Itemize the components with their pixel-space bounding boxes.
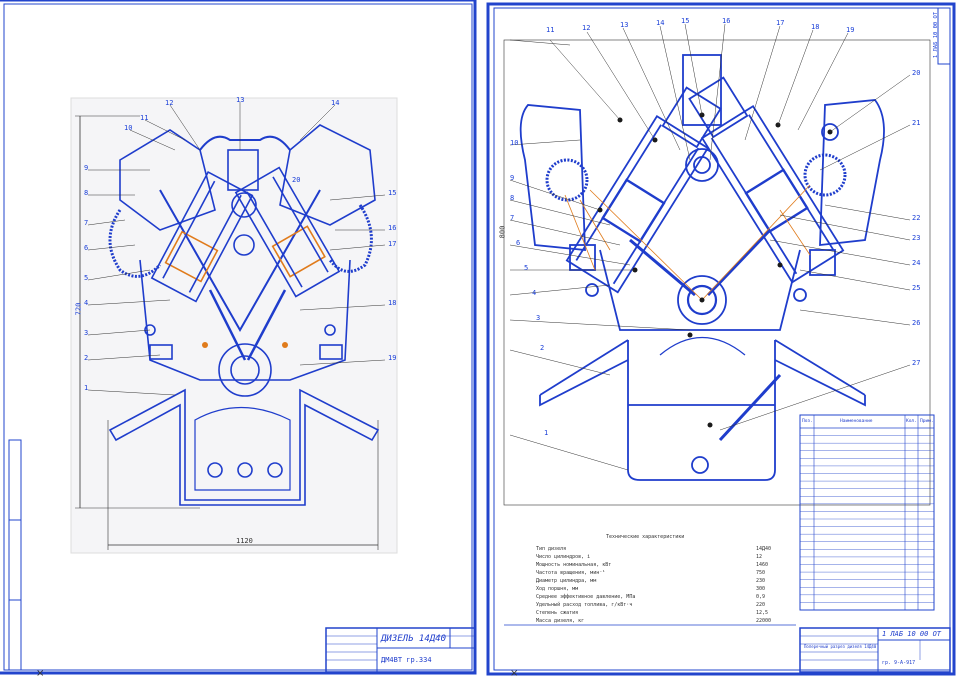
right-callout-15: 15	[681, 17, 690, 25]
left-callout-15: 15	[388, 189, 397, 197]
right-callout-21: 21	[912, 119, 921, 127]
left-callout-10: 10	[124, 124, 133, 132]
left-callout-7: 7	[84, 219, 89, 227]
right-callout-16: 16	[722, 17, 731, 25]
left-callout-1: 1	[84, 384, 89, 392]
left-callout-18: 18	[388, 299, 397, 307]
spec-row-value: 1460	[756, 562, 769, 568]
left-callout-13: 13	[236, 96, 245, 104]
spec-row-label: Удельный расход топлива, г/кВт·ч	[536, 602, 633, 608]
spec-row-value: 220	[756, 602, 766, 608]
spec-row-value: 12,5	[756, 610, 769, 616]
right-callout-13: 13	[620, 21, 629, 29]
left-callout-12: 12	[165, 99, 174, 107]
right-callout-23: 23	[912, 234, 921, 242]
right-side-label: 1 ЛАБ 10 00 ОТ	[933, 11, 940, 59]
spec-title: Технические характеристики	[606, 534, 685, 540]
right-stamp-subtitle: Поперечный разрез дизеля 14Д40	[804, 644, 877, 649]
right-callout-22: 22	[912, 214, 921, 222]
spec-row-value: 300	[756, 586, 766, 592]
right-callout-6: 6	[516, 239, 521, 247]
left-callout-20: 20	[292, 176, 301, 184]
right-callout-18: 18	[811, 23, 820, 31]
right-callout-9: 9	[510, 174, 515, 182]
left-callout-6: 6	[84, 244, 89, 252]
right-callout-5: 5	[524, 264, 529, 272]
right-callout-14: 14	[656, 19, 665, 27]
right-callout-3: 3	[536, 314, 541, 322]
right-callout-7: 7	[510, 214, 515, 222]
spec-row-label: Диаметр цилиндра, мм	[536, 578, 597, 584]
left-dim-height: 720	[74, 302, 83, 316]
spec-row-label: Среднее эффективное давление, МПа	[536, 594, 636, 600]
left-callout-9: 9	[84, 164, 89, 172]
right-callout-10: 10	[510, 139, 519, 147]
left-callout-5: 5	[84, 274, 89, 282]
spec-row-label: Степень сжатия	[536, 610, 579, 616]
spec-row-label: Ход поршня, мм	[536, 586, 579, 592]
right-callout-17: 17	[776, 19, 785, 27]
left-stamp-title: ДИЗЕЛЬ 14Д40	[381, 634, 447, 644]
spec-row-label: Частота вращения, мин⁻¹	[536, 570, 606, 576]
right-callout-19: 19	[846, 26, 855, 34]
spec-row-value: 0,9	[756, 594, 766, 600]
left-dim-width: 1120	[236, 537, 253, 545]
left-callout-17: 17	[388, 240, 397, 248]
spec-row-value: 230	[756, 578, 766, 584]
left-drawing-sheet: × 720 1120 1 2 3 4 5 6 7 8 9 10 11 12 13…	[0, 0, 480, 680]
left-callout-16: 16	[388, 224, 397, 232]
spec-row-label: Число цилиндров, i	[536, 554, 591, 560]
spec-row-value: 750	[756, 570, 766, 576]
right-callout-8: 8	[510, 194, 515, 202]
left-stamp-code: ДМ4ВТ гр.334	[381, 656, 432, 664]
right-stamp-code: гр. 9-А-917	[882, 660, 916, 666]
right-callout-2: 2	[540, 344, 545, 352]
right-drawing-sheet: × 1 ЛАБ 10 00 ОТ 800 11 12 13 14 15 16 1…	[480, 0, 957, 680]
right-callout-4: 4	[532, 289, 537, 297]
technical-spec-block: Технические характеристики Тип дизеля 14Д…	[536, 534, 786, 626]
spec-row-label: Масса дизеля, кг	[536, 618, 585, 624]
spec-row-label: Мощность номинальная, кВт	[536, 562, 612, 568]
left-callout-11: 11	[140, 114, 149, 122]
spec-row-value: 22000	[756, 618, 772, 624]
left-callout-3: 3	[84, 329, 89, 337]
right-dim-height: 800	[498, 225, 507, 239]
spec-row-value: 14Д40	[756, 546, 772, 552]
right-callout-12: 12	[582, 24, 591, 32]
right-callout-24: 24	[912, 259, 921, 267]
spec-row-label: Тип дизеля	[536, 546, 567, 552]
left-callout-14: 14	[331, 99, 340, 107]
bom-table: Поз. Наименование Кол. Прим.	[800, 415, 934, 610]
right-stamp-title: 1 ЛАБ 10 00 ОТ	[882, 630, 942, 638]
right-callout-27: 27	[912, 359, 921, 367]
right-callout-26: 26	[912, 319, 921, 327]
left-callout-8: 8	[84, 189, 89, 197]
spec-row-value: 12	[756, 554, 763, 560]
right-callout-25: 25	[912, 284, 921, 292]
right-callout-20: 20	[912, 69, 921, 77]
bom-grid	[800, 435, 934, 603]
left-callout-2: 2	[84, 354, 89, 362]
right-callout-11: 11	[546, 26, 555, 34]
right-callout-1: 1	[544, 429, 549, 437]
left-callout-4: 4	[84, 299, 89, 307]
left-callout-19: 19	[388, 354, 397, 362]
